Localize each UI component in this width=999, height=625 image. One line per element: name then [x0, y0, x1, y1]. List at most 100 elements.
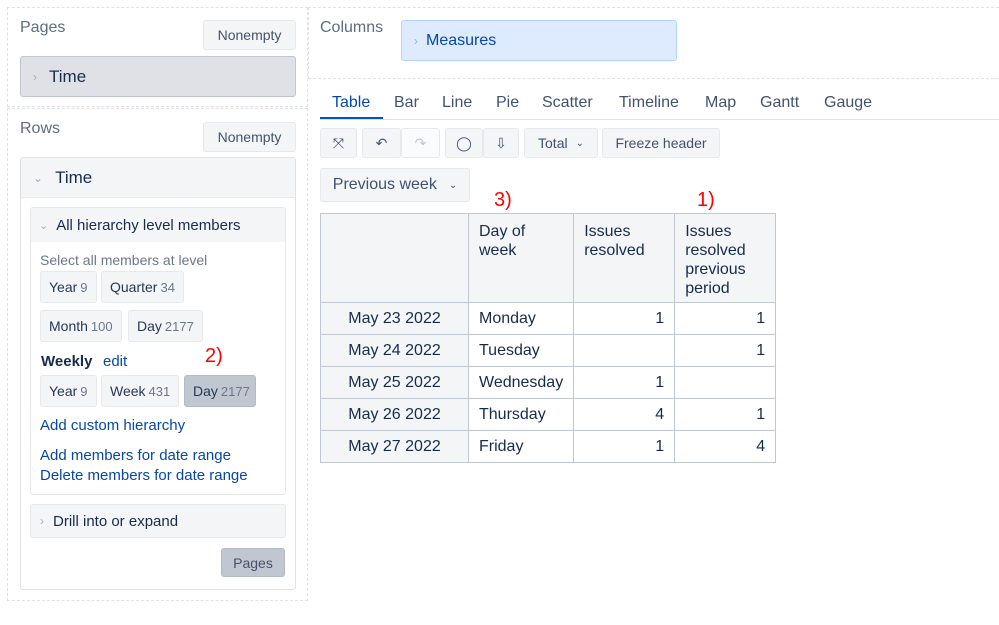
chip-label: Year: [49, 279, 78, 295]
add-date-range-link[interactable]: Add members for date range: [40, 447, 231, 464]
pages-time-dimension[interactable]: › Time: [20, 56, 296, 97]
table-row: May 25 2022 Wednesday 1: [320, 366, 777, 399]
chip-count: 2177: [220, 383, 250, 399]
row-header[interactable]: May 26 2022: [320, 398, 469, 431]
filter-label: Previous week: [332, 176, 437, 193]
row-header[interactable]: May 27 2022: [320, 430, 469, 463]
redo-icon: ↷: [414, 134, 427, 151]
export-button[interactable]: ⇩: [483, 128, 519, 158]
delete-date-range-link[interactable]: Delete members for date range: [40, 467, 248, 484]
drill-section[interactable]: › Drill into or expand: [30, 504, 286, 538]
chevron-down-icon: ⌄: [448, 179, 458, 191]
columns-title: Columns: [320, 19, 384, 36]
total-dropdown[interactable]: Total ⌄: [524, 128, 598, 158]
chip-label: Day: [193, 383, 218, 399]
rows-time-dimension[interactable]: ⌄ Time: [21, 158, 295, 198]
measures-label: Measures: [426, 31, 497, 49]
tab-table[interactable]: Table: [332, 94, 370, 112]
chip-count: 100: [90, 318, 113, 334]
level-day[interactable]: Day 2177: [128, 310, 203, 342]
tab-scatter[interactable]: Scatter: [542, 94, 593, 112]
redo-button[interactable]: ↷: [401, 128, 440, 158]
undo-button[interactable]: ↶: [362, 128, 401, 158]
column-header[interactable]: Day of week: [467, 213, 575, 303]
column-header[interactable]: Issues resolved: [573, 213, 676, 303]
undo-icon: ↶: [375, 134, 388, 151]
results-table: Day of week Issues resolved Issues resol…: [320, 213, 777, 463]
tab-bar[interactable]: Bar: [394, 94, 419, 112]
chevron-right-icon: ›: [40, 514, 44, 528]
tab-timeline[interactable]: Timeline: [619, 94, 679, 112]
previous-week-dropdown[interactable]: Previous week ⌄: [320, 168, 470, 202]
tab-line[interactable]: Line: [442, 94, 472, 112]
column-header[interactable]: Issues resolved previous period: [674, 213, 777, 303]
annotation-2: 2): [205, 345, 223, 367]
pages-nonempty-button[interactable]: Nonempty: [203, 20, 296, 50]
weekly-day-selected[interactable]: Day 2177: [184, 375, 256, 407]
rows-title: Rows: [20, 120, 61, 137]
fullscreen-button[interactable]: ⤧: [320, 128, 357, 158]
issues-resolved-cell: 1: [573, 430, 676, 463]
row-header[interactable]: May 24 2022: [320, 334, 469, 367]
corner-header: [320, 213, 469, 303]
dimension-label: Time: [49, 66, 87, 86]
table-row: May 24 2022 Tuesday 1: [320, 334, 777, 367]
chevron-down-icon: ⌄: [33, 170, 44, 185]
total-label: Total: [538, 135, 568, 151]
annotation-3: 3): [494, 189, 512, 211]
day-cell: Wednesday: [467, 366, 575, 399]
tab-pie[interactable]: Pie: [496, 94, 519, 112]
issues-resolved-cell: 1: [573, 366, 676, 399]
chip-label: Quarter: [110, 279, 158, 295]
comment-icon: ◯: [456, 134, 472, 151]
table-row: May 27 2022 Friday 1 4: [320, 430, 777, 463]
weekly-week[interactable]: Week 431: [101, 375, 180, 407]
expand-icon: ⤧: [332, 134, 345, 151]
weekly-year[interactable]: Year 9: [40, 375, 97, 407]
level-month[interactable]: Month 100: [40, 310, 122, 342]
row-header[interactable]: May 25 2022: [320, 366, 469, 399]
issues-prev-cell: 1: [674, 334, 777, 367]
download-icon: ⇩: [495, 134, 507, 151]
issues-prev-cell: [674, 366, 777, 399]
annotation-1: 1): [697, 189, 715, 211]
chip-count: 2177: [164, 318, 194, 334]
all-members-title: All hierarchy level members: [56, 216, 241, 234]
issues-prev-cell: 1: [674, 302, 777, 335]
pages-button[interactable]: Pages: [221, 548, 285, 577]
issues-resolved-cell: 1: [573, 302, 676, 335]
day-cell: Monday: [467, 302, 575, 335]
day-cell: Tuesday: [467, 334, 575, 367]
table-row: May 23 2022 Monday 1 1: [320, 302, 777, 335]
level-quarter[interactable]: Quarter 34: [101, 271, 184, 303]
chip-label: Year: [49, 383, 78, 399]
day-cell: Friday: [467, 430, 575, 463]
add-custom-hierarchy-link[interactable]: Add custom hierarchy: [40, 417, 185, 434]
tab-map[interactable]: Map: [705, 94, 736, 112]
tab-gauge[interactable]: Gauge: [824, 94, 872, 112]
all-members-header[interactable]: ⌄ All hierarchy level members: [31, 208, 285, 242]
weekly-edit-link[interactable]: edit: [103, 353, 127, 370]
level-hint: Select all members at level: [40, 252, 208, 268]
freeze-header-button[interactable]: Freeze header: [602, 128, 720, 158]
chevron-right-icon: ›: [414, 33, 418, 48]
measures-dimension[interactable]: › Measures: [401, 20, 677, 61]
row-header[interactable]: May 23 2022: [320, 302, 469, 335]
chip-label: Day: [137, 318, 162, 334]
issues-prev-cell: 1: [674, 398, 777, 431]
issues-prev-cell: 4: [674, 430, 777, 463]
rows-nonempty-button[interactable]: Nonempty: [203, 122, 296, 152]
dimension-label: Time: [55, 167, 93, 187]
level-year[interactable]: Year 9: [40, 271, 97, 303]
day-cell: Thursday: [467, 398, 575, 431]
tab-gantt[interactable]: Gantt: [760, 94, 799, 112]
comment-button[interactable]: ◯: [445, 128, 483, 158]
header-row: Day of week Issues resolved Issues resol…: [320, 213, 777, 303]
weekly-label: Weekly: [41, 353, 93, 370]
active-tab-indicator: [320, 117, 383, 119]
chevron-down-icon: ⌄: [39, 219, 49, 232]
issues-resolved-cell: 4: [573, 398, 676, 431]
chip-count: 9: [80, 279, 88, 295]
chevron-down-icon: ⌄: [575, 137, 584, 149]
issues-resolved-cell: [573, 334, 676, 367]
